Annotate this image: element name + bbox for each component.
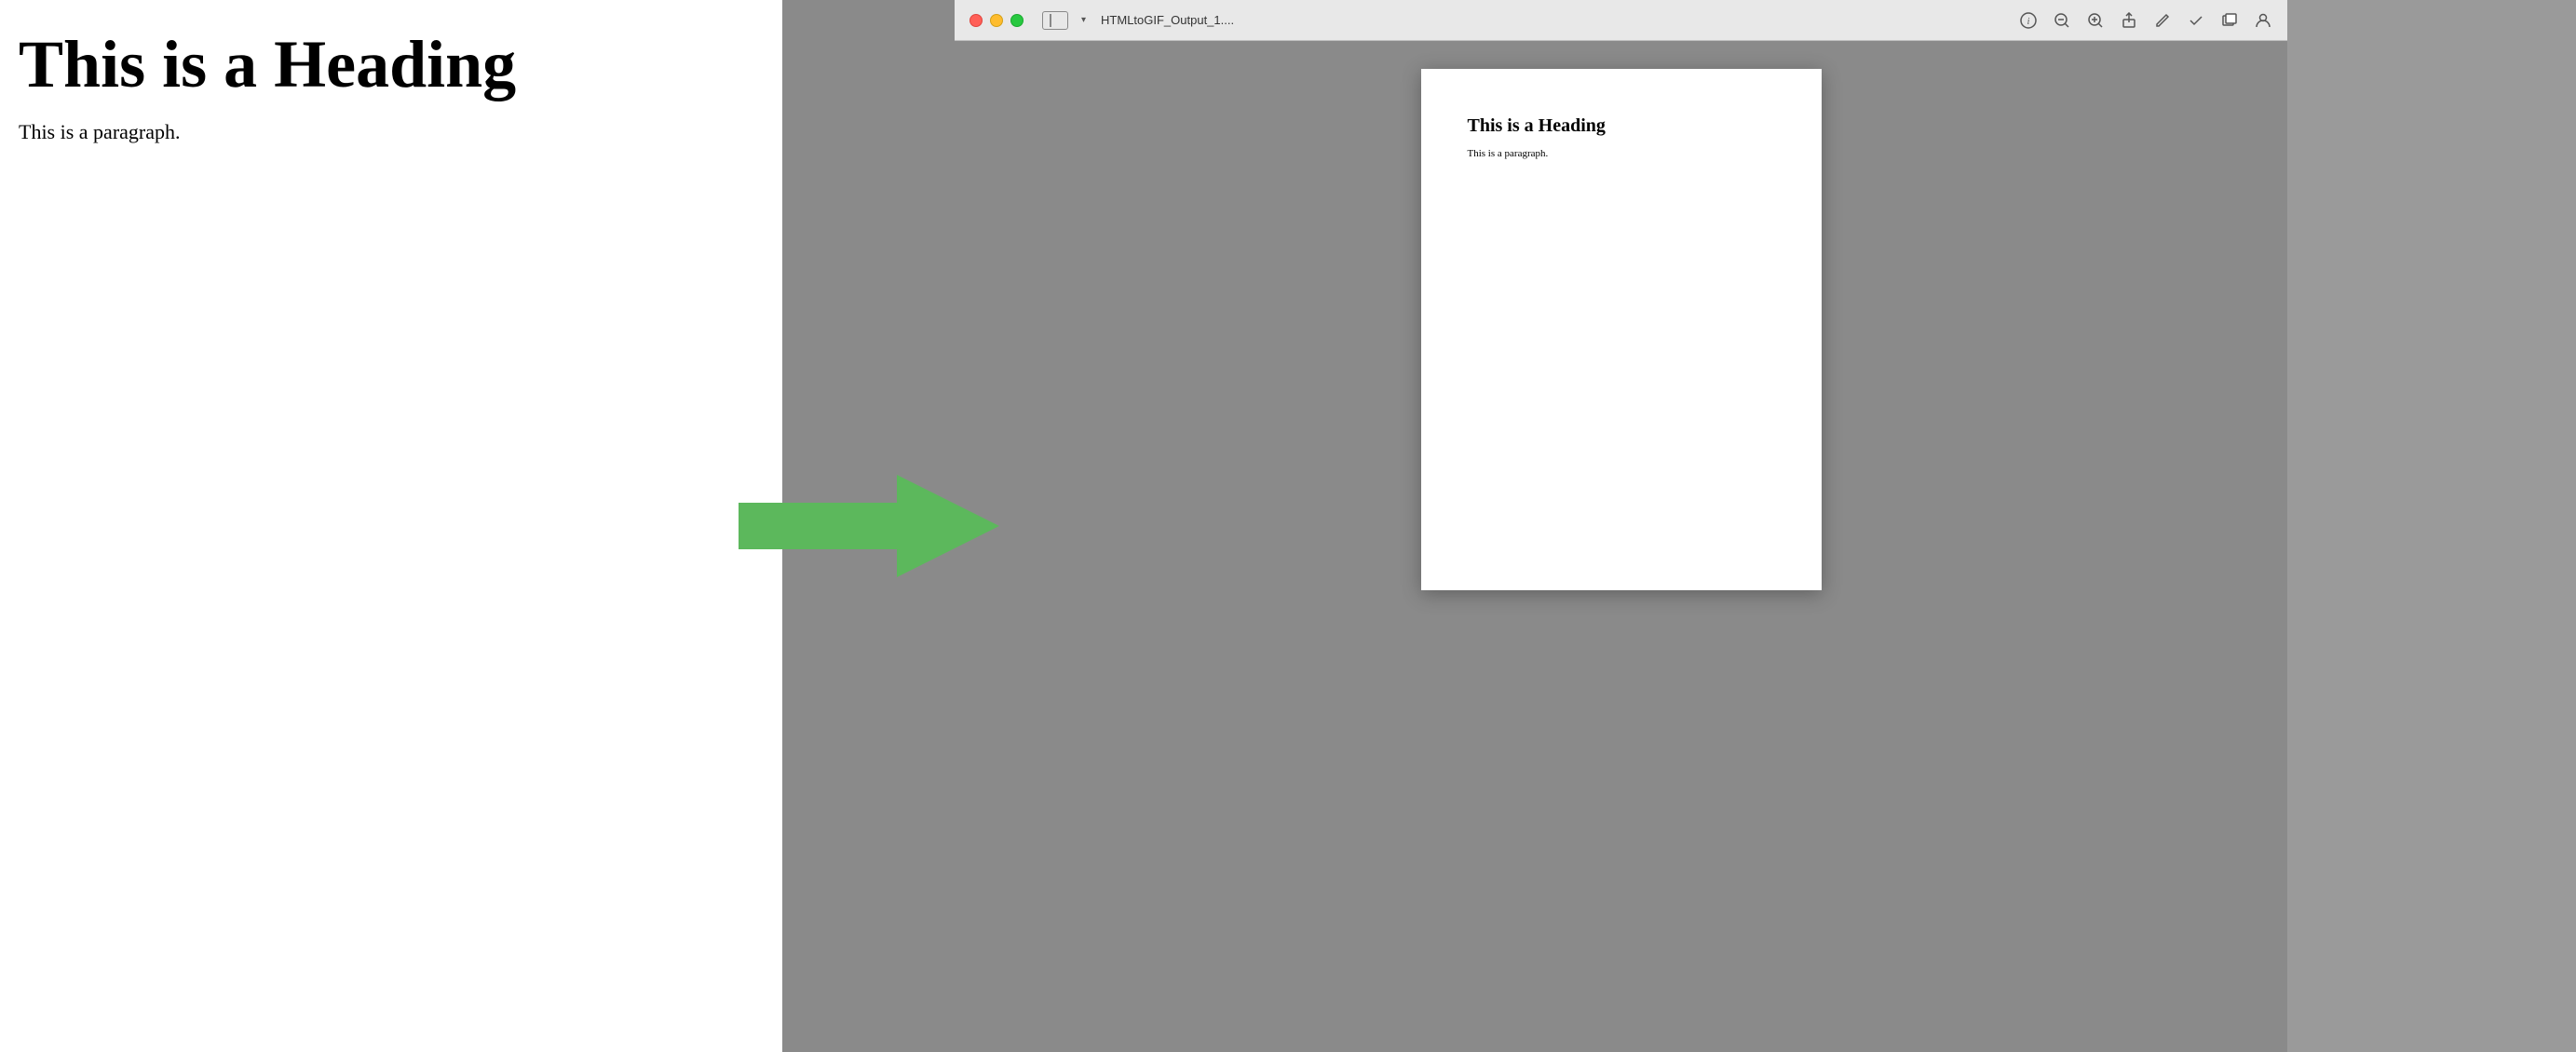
sidebar-toggle-button[interactable] [1042,11,1068,30]
pdf-heading: This is a Heading [1468,115,1775,137]
pdf-paragraph: This is a paragraph. [1468,148,1775,159]
titlebar-icons: i [2019,11,2272,30]
pdf-page: This is a Heading This is a paragraph. [1421,69,1822,590]
green-arrow-icon [739,470,999,582]
arrow-container [739,470,999,582]
titlebar: ▾ HTMLtoGIF_Output_1.... i [955,0,2287,41]
traffic-light-minimize[interactable] [990,14,1003,27]
left-paragraph: This is a paragraph. [19,120,764,144]
right-section: ▾ HTMLtoGIF_Output_1.... i [955,0,2287,1052]
middle-panel [782,0,955,1052]
share-icon[interactable] [2120,11,2138,30]
pdf-viewer: This is a Heading This is a paragraph. [955,41,2287,1052]
svg-text:i: i [2027,17,2030,27]
window-icon[interactable] [2220,11,2239,30]
edit-icon[interactable] [2153,11,2172,30]
traffic-light-close[interactable] [969,14,983,27]
zoom-in-icon[interactable] [2086,11,2105,30]
left-panel: This is a Heading This is a paragraph. [0,0,782,1052]
person-icon[interactable] [2254,11,2272,30]
zoom-out-icon[interactable] [2053,11,2071,30]
chevron-down-icon[interactable]: ▾ [1081,15,1086,25]
info-icon[interactable]: i [2019,11,2038,30]
titlebar-filename: HTMLtoGIF_Output_1.... [1101,13,1234,27]
checkmark-icon[interactable] [2187,11,2205,30]
traffic-light-fullscreen[interactable] [1010,14,1024,27]
traffic-lights [969,14,1024,27]
left-heading: This is a Heading [19,28,764,101]
right-gray-panel [2287,0,2576,1052]
